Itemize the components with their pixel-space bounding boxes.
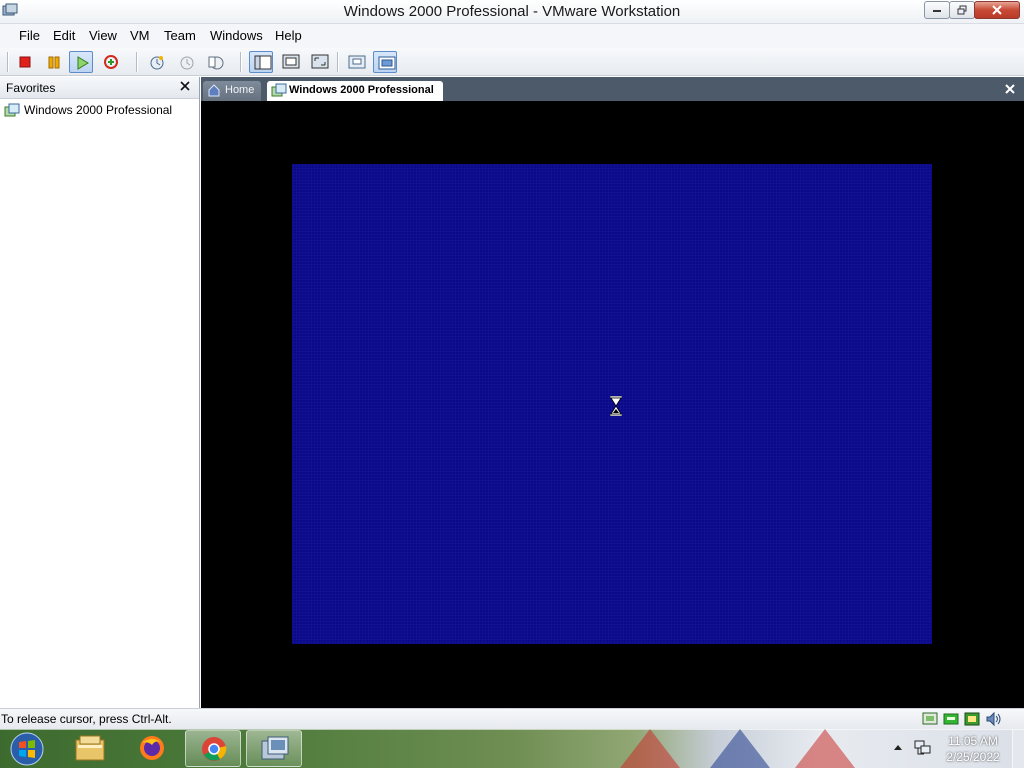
minimize-button[interactable] bbox=[924, 1, 950, 19]
show-hidden-icons-icon[interactable] bbox=[893, 743, 903, 751]
full-screen-icon bbox=[311, 54, 329, 69]
chrome-icon bbox=[202, 737, 227, 761]
snapshot-manager-button[interactable] bbox=[203, 51, 227, 73]
taskbar: 11:05 AM 2/25/2022 bbox=[0, 729, 1024, 768]
menu-team[interactable]: Team bbox=[164, 28, 196, 43]
favorites-title: Favorites bbox=[6, 81, 56, 95]
tab-windows-2000-professional[interactable]: Windows 2000 Professional bbox=[267, 81, 443, 101]
menu-edit[interactable]: Edit bbox=[53, 28, 75, 43]
hourglass-icon bbox=[610, 396, 622, 416]
reset-button[interactable] bbox=[99, 51, 123, 73]
power-on-button[interactable] bbox=[69, 51, 93, 73]
status-bar: To release cursor, press Ctrl-Alt. bbox=[0, 708, 1024, 729]
explorer-icon bbox=[75, 735, 105, 761]
menu-file[interactable]: File bbox=[19, 28, 40, 43]
clock-time: 11:05 AM bbox=[948, 734, 998, 748]
firefox-icon bbox=[140, 736, 164, 760]
close-tab-icon[interactable] bbox=[1003, 82, 1017, 96]
windows-logo-icon bbox=[10, 732, 44, 766]
power-off-button[interactable] bbox=[13, 51, 37, 73]
window-title: Windows 2000 Professional - VMware Works… bbox=[343, 3, 681, 20]
menu-vm[interactable]: VM bbox=[130, 28, 150, 43]
snapshot-manager-icon bbox=[208, 56, 224, 70]
show-desktop-button[interactable] bbox=[1012, 729, 1024, 768]
close-icon[interactable] bbox=[178, 79, 192, 93]
taskbar-firefox[interactable] bbox=[124, 730, 180, 767]
toolbar-separator bbox=[136, 52, 137, 72]
menu-bar: File Edit View VM Team Windows Help bbox=[0, 24, 1024, 48]
sound-icon[interactable] bbox=[985, 711, 1003, 727]
console-view-icon bbox=[348, 55, 366, 69]
sidebar-toggle-icon bbox=[254, 55, 272, 70]
snapshot-icon bbox=[150, 56, 164, 70]
vmware-icon bbox=[261, 736, 289, 760]
summary-view-icon bbox=[378, 56, 396, 70]
favorites-item[interactable]: Windows 2000 Professional bbox=[2, 101, 198, 119]
summary-view-button[interactable] bbox=[373, 51, 397, 73]
tab-label: Windows 2000 Professional bbox=[289, 84, 434, 96]
quick-switch-button[interactable] bbox=[278, 51, 302, 73]
close-button[interactable] bbox=[974, 1, 1020, 19]
vm-icon bbox=[271, 83, 287, 97]
vm-icon bbox=[4, 103, 20, 117]
taskbar-explorer[interactable] bbox=[62, 730, 118, 767]
play-icon bbox=[77, 56, 89, 70]
taskbar-clock[interactable]: 11:05 AM 2/25/2022 bbox=[940, 733, 1006, 765]
toolbar-separator bbox=[240, 52, 241, 72]
full-screen-button[interactable] bbox=[307, 51, 331, 73]
suspend-button[interactable] bbox=[42, 51, 66, 73]
console-view-button[interactable] bbox=[344, 51, 368, 73]
sidebar-toggle-button[interactable] bbox=[249, 51, 273, 73]
menu-help[interactable]: Help bbox=[275, 28, 302, 43]
toolbar-grip bbox=[7, 52, 8, 72]
minimize-icon bbox=[933, 10, 941, 12]
guest-screen[interactable] bbox=[292, 164, 932, 644]
close-icon bbox=[992, 5, 1002, 15]
restore-button[interactable] bbox=[949, 1, 975, 19]
quick-switch-icon bbox=[282, 54, 300, 69]
hard-disk-icon[interactable] bbox=[922, 711, 938, 727]
status-message: To release cursor, press Ctrl-Alt. bbox=[1, 712, 172, 726]
favorites-header: Favorites bbox=[0, 77, 199, 99]
usb-icon[interactable] bbox=[964, 711, 980, 727]
title-bar: Windows 2000 Professional - VMware Works… bbox=[0, 0, 1024, 24]
network-adapter-icon[interactable] bbox=[943, 711, 959, 727]
vm-console[interactable] bbox=[201, 101, 1024, 708]
start-button[interactable] bbox=[8, 732, 46, 766]
tab-home[interactable]: Home bbox=[203, 81, 261, 101]
menu-windows[interactable]: Windows bbox=[210, 28, 263, 43]
toolbar bbox=[0, 48, 1024, 76]
take-snapshot-button[interactable] bbox=[144, 51, 168, 73]
clock-date: 2/25/2022 bbox=[946, 750, 1000, 764]
menu-view[interactable]: View bbox=[89, 28, 117, 43]
tab-strip: Home Windows 2000 Professional bbox=[201, 77, 1024, 101]
home-icon bbox=[208, 84, 220, 97]
tab-label: Home bbox=[225, 84, 255, 96]
taskbar-vmware[interactable] bbox=[246, 730, 302, 767]
favorites-sidebar: Favorites Windows 2000 Professional bbox=[0, 77, 200, 708]
wallpaper-decoration bbox=[620, 729, 855, 768]
restore-icon bbox=[957, 5, 967, 15]
reset-icon bbox=[104, 55, 118, 69]
revert-snapshot-icon bbox=[180, 56, 194, 70]
taskbar-chrome[interactable] bbox=[185, 730, 241, 767]
revert-snapshot-button[interactable] bbox=[174, 51, 198, 73]
favorites-item-label: Windows 2000 Professional bbox=[24, 103, 173, 117]
toolbar-separator bbox=[337, 52, 338, 72]
network-icon[interactable] bbox=[914, 740, 932, 756]
stop-icon bbox=[19, 56, 31, 68]
pause-icon bbox=[48, 56, 60, 69]
